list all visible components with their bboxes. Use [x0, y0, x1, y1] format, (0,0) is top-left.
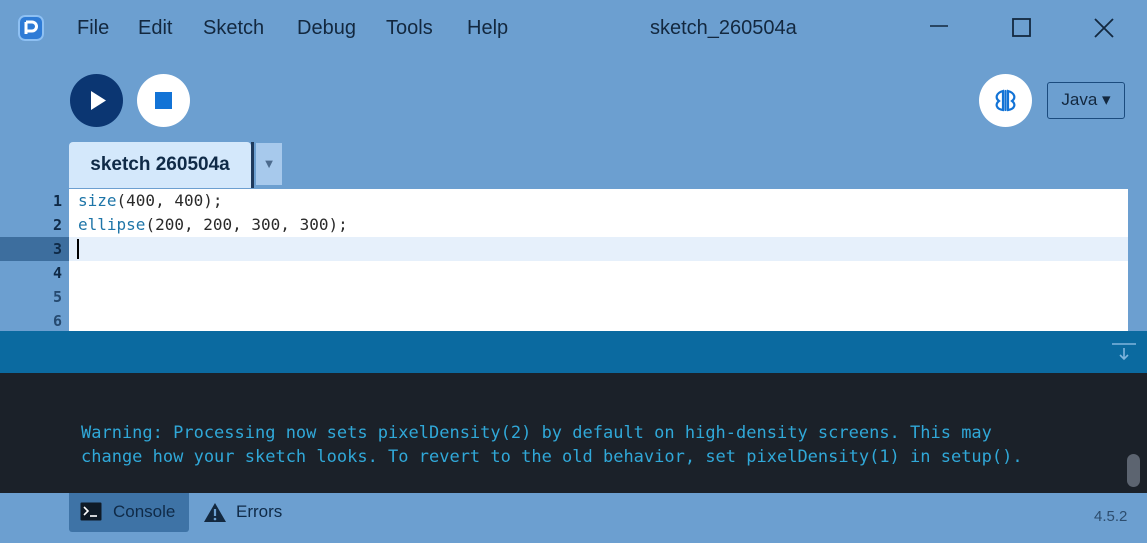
debug-button[interactable] — [979, 74, 1032, 127]
tab-divider — [251, 142, 254, 188]
line-number: 4 — [52, 264, 62, 282]
maximize-icon — [1012, 18, 1031, 37]
line-number: 6 — [52, 312, 62, 330]
editor-scrollbar[interactable] — [1128, 189, 1147, 331]
code-line: ellipse(200, 200, 300, 300); — [78, 213, 348, 237]
warning-icon — [204, 503, 226, 522]
butterfly-icon — [995, 89, 1016, 112]
console-header-bar — [0, 331, 1147, 373]
code-args: (400, 400); — [116, 191, 223, 210]
tab-errors[interactable]: Errors — [200, 493, 300, 532]
mode-select[interactable]: Java ▾ — [1047, 82, 1125, 119]
stop-icon — [155, 92, 172, 109]
play-icon — [91, 91, 106, 110]
menu-tools[interactable]: Tools — [386, 14, 433, 42]
code-function: ellipse — [78, 215, 146, 234]
tab-menu-button[interactable]: ▼ — [256, 143, 282, 185]
minimize-icon — [930, 25, 948, 27]
minimize-button[interactable] — [920, 10, 960, 46]
tab-errors-label: Errors — [236, 502, 283, 521]
menu-sketch[interactable]: Sketch — [203, 14, 264, 42]
line-number: 2 — [52, 216, 62, 234]
terminal-icon — [80, 502, 102, 521]
window-title: sketch_260504a — [650, 17, 797, 39]
code-args: (200, 200, 300, 300); — [145, 215, 348, 234]
tab-console[interactable]: Console — [69, 493, 189, 532]
version-label: 4.5.2 — [1094, 508, 1128, 525]
title-bar: File Edit Sketch Debug Tools Help sketch… — [0, 0, 1147, 56]
tab-sketch[interactable]: sketch 260504a — [69, 142, 251, 188]
console-line: Warning: Processing now sets pixelDensit… — [81, 423, 992, 443]
line-number: 1 — [52, 192, 62, 210]
menu-help[interactable]: Help — [467, 14, 508, 42]
menu-debug[interactable]: Debug — [297, 14, 356, 42]
console-output[interactable]: Warning: Processing now sets pixelDensit… — [0, 373, 1147, 493]
console-scrollbar-thumb[interactable] — [1127, 454, 1140, 487]
line-number: 5 — [52, 288, 62, 306]
processing-logo-icon — [18, 15, 44, 41]
menu-file[interactable]: File — [77, 14, 109, 42]
code-line: size(400, 400); — [78, 189, 223, 213]
close-icon — [1094, 18, 1114, 38]
code-function: size — [78, 191, 117, 210]
maximize-button[interactable] — [1002, 10, 1042, 46]
console-line: change how your sketch looks. To revert … — [81, 447, 1023, 467]
current-line-highlight — [69, 237, 1128, 261]
run-button[interactable] — [70, 74, 123, 127]
text-caret — [77, 239, 79, 259]
close-button[interactable] — [1084, 10, 1124, 46]
line-number: 3 — [52, 240, 62, 258]
code-editor[interactable]: size(400, 400); ellipse(200, 200, 300, 3… — [69, 189, 1128, 331]
menu-edit[interactable]: Edit — [138, 14, 172, 42]
stop-button[interactable] — [137, 74, 190, 127]
collapse-console-icon[interactable] — [1111, 342, 1137, 364]
tab-console-label: Console — [113, 502, 176, 521]
